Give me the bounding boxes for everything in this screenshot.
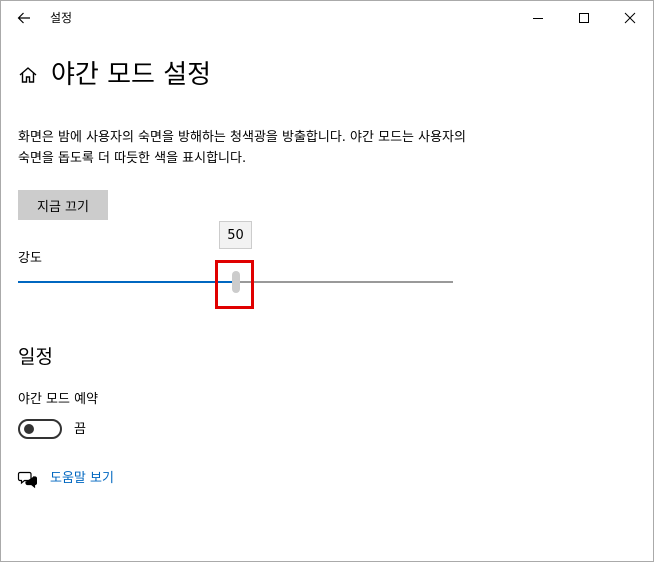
maximize-icon	[579, 12, 589, 23]
close-icon	[624, 12, 636, 23]
back-button[interactable]	[1, 1, 47, 34]
title-bar: 설정	[1, 1, 653, 34]
help-row: 도움말 보기	[17, 469, 114, 489]
minimize-icon	[533, 17, 543, 19]
settings-window: 설정 야간 모드 설정 화면은 밤에 사용자의 숙면을 방해하는 청색광을 방출…	[0, 0, 654, 562]
schedule-section-title: 일정	[18, 346, 53, 368]
toggle-knob	[24, 424, 34, 434]
minimize-button[interactable]	[515, 1, 561, 34]
focus-highlight	[215, 260, 254, 309]
home-button[interactable]	[17, 64, 39, 86]
page-title: 야간 모드 설정	[51, 60, 212, 90]
get-help-link[interactable]: 도움말 보기	[50, 470, 114, 488]
app-title: 설정	[50, 11, 73, 25]
schedule-toggle-label: 야간 모드 예약	[18, 392, 99, 407]
help-chat-icon	[17, 469, 37, 489]
intensity-label: 강도	[18, 251, 42, 266]
slider-fill	[18, 281, 236, 283]
turn-off-now-button[interactable]: 지금 끄기	[18, 190, 108, 220]
night-light-description: 화면은 밤에 사용자의 숙면을 방해하는 청색광을 방출합니다. 야간 모드는 …	[18, 130, 466, 166]
toggle-state-text: 끔	[74, 422, 86, 437]
back-arrow-icon	[17, 12, 30, 23]
page-header: 야간 모드 설정	[17, 55, 211, 95]
schedule-night-light-toggle[interactable]	[18, 419, 62, 439]
close-button[interactable]	[607, 1, 653, 34]
home-icon	[19, 67, 37, 83]
slider-value-tooltip: 50	[219, 221, 252, 249]
maximize-button[interactable]	[561, 1, 607, 34]
